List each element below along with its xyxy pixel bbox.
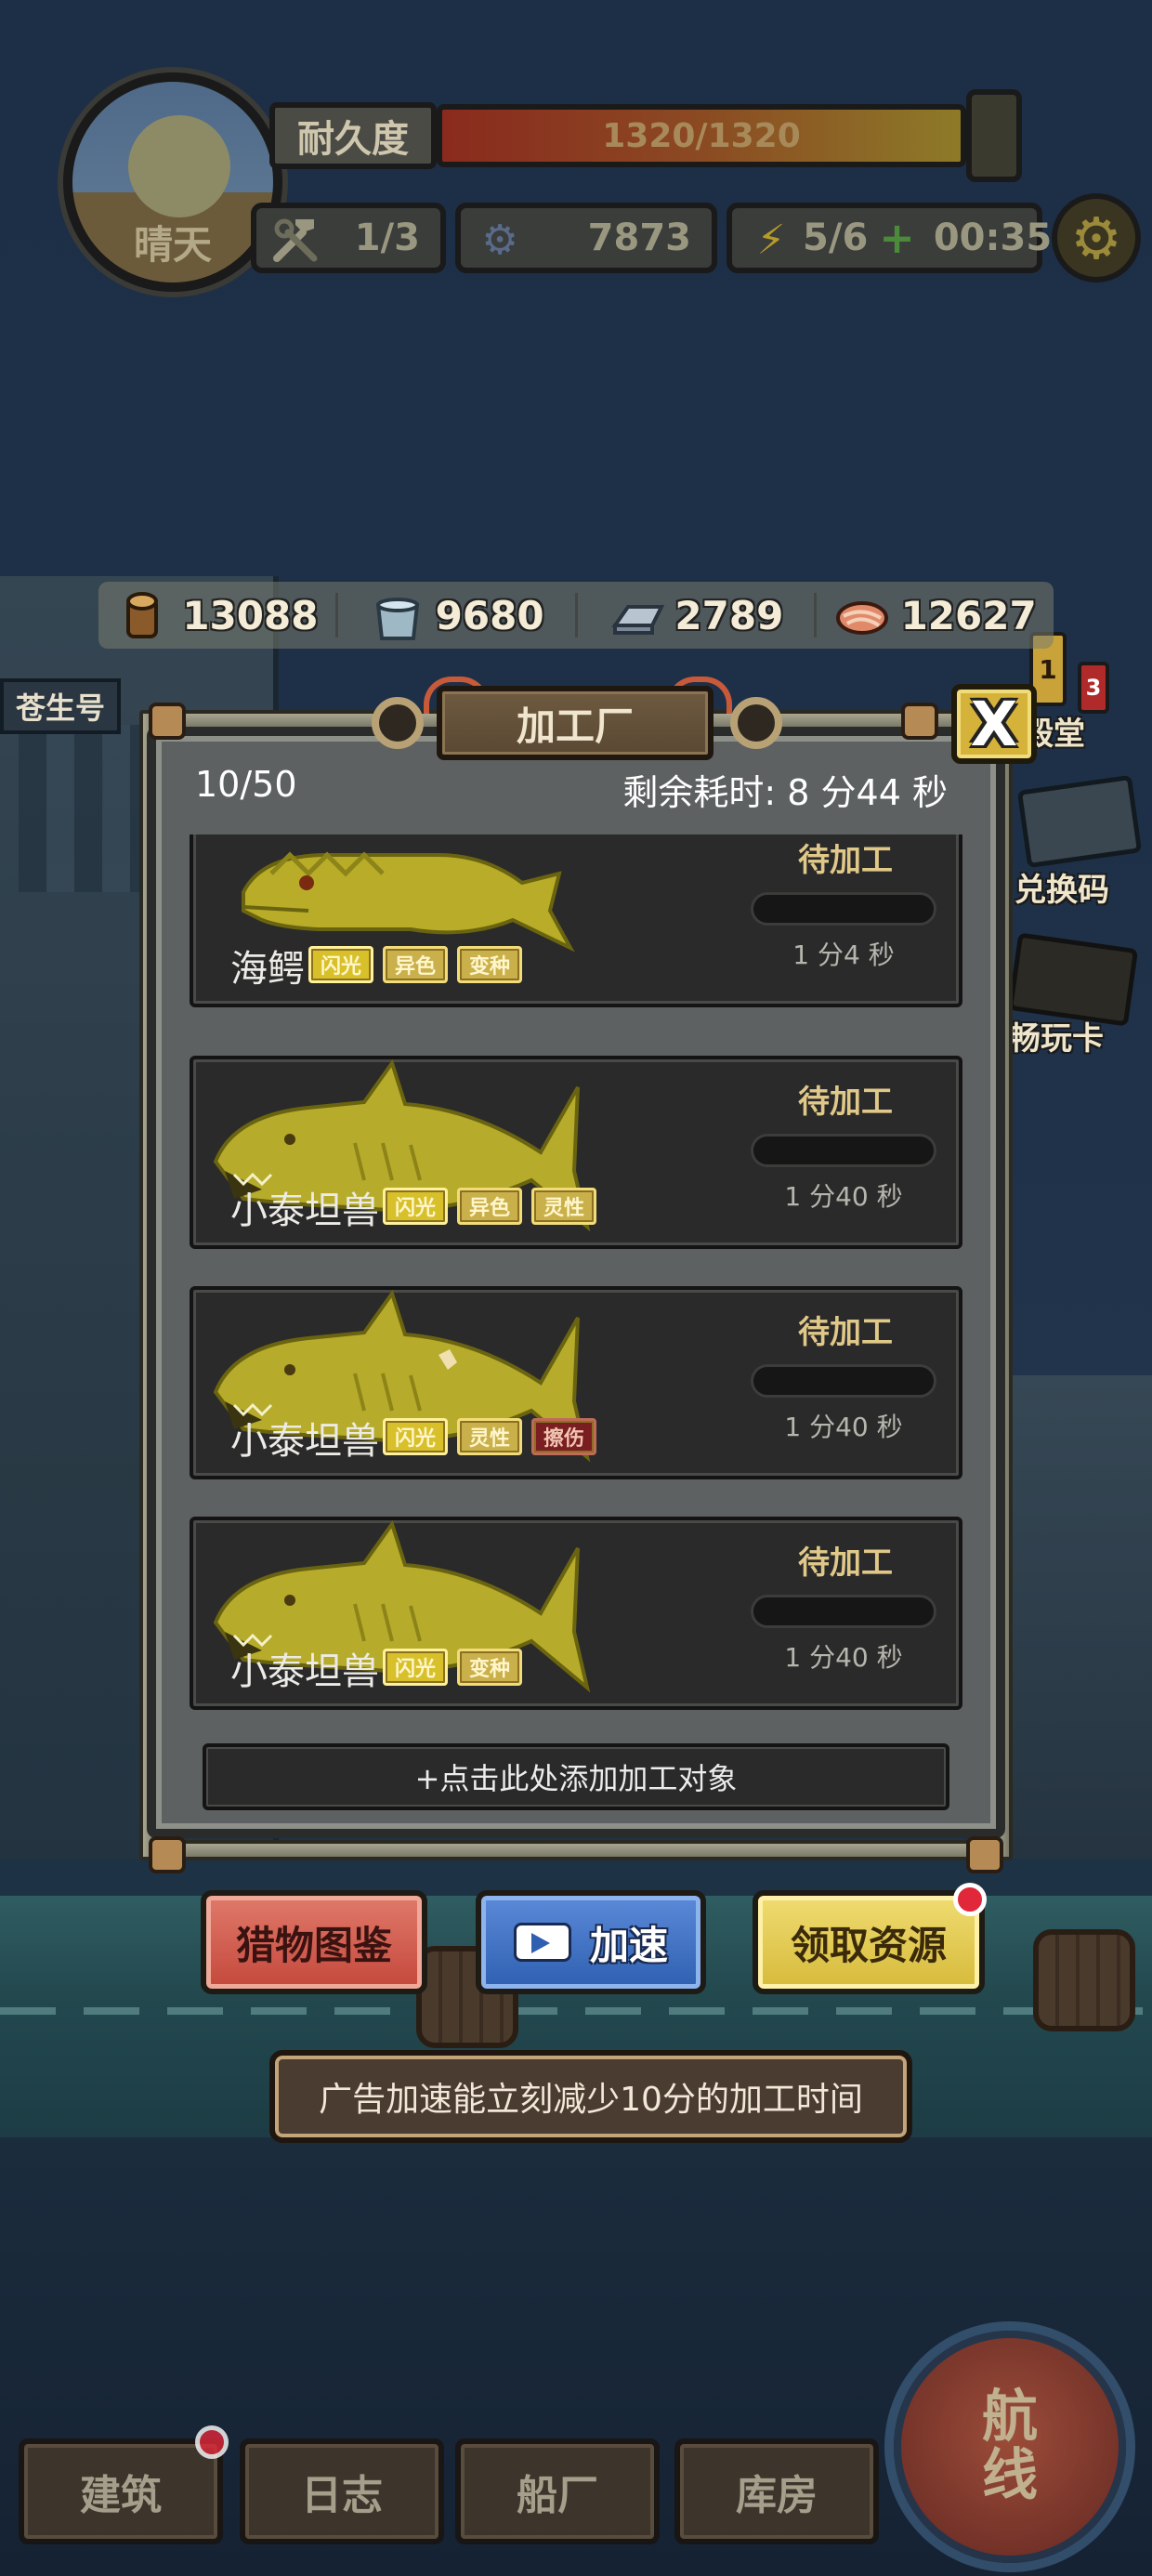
resources-bar: 13088 9680 2789 12627 [98,582,1054,649]
prey-name: 小泰坦兽 [230,1650,379,1693]
progress-bar [751,1595,936,1628]
tools-value: 1/3 [354,217,420,259]
settings-gear-button[interactable]: ⚙ [1052,193,1141,283]
durability-bar-cap [966,89,1022,182]
weather-label: 晴天 [133,222,212,268]
speedup-tip: 广告加速能立刻减少10分的加工时间 [269,2050,912,2143]
speedup-button[interactable]: 加速 [476,1890,706,1994]
process-time: 1 分40 秒 [784,1642,903,1673]
trait-tags: 闪光 异色 变种 [308,946,522,983]
trait-tag: 闪光 [383,1418,448,1455]
trait-tag: 异色 [383,946,448,983]
list-item[interactable]: 小泰坦兽 闪光 异色 灵性 待加工 1 分40 秒 [190,1056,962,1249]
panel-bolt [901,703,938,740]
collect-resources-button[interactable]: 领取资源 [753,1890,985,1994]
close-button[interactable]: X [951,684,1037,764]
status-label: 待加工 [798,842,893,879]
resource-water: 9680 [338,593,578,640]
nav-build-button[interactable]: 建筑 [19,2438,223,2544]
process-time: 1 分4 秒 [792,940,895,970]
progress-bar [751,892,936,926]
panel-bolt [149,703,186,740]
gears-counter[interactable]: ⚙ 7873 [455,203,717,273]
meat-icon [834,586,892,644]
ticket-icon[interactable] [1016,774,1143,869]
water-bucket-icon [369,586,426,644]
panel-bolt [966,1836,1003,1873]
rank-badge-3: 3 [1078,662,1109,714]
energy-plus-icon[interactable]: + [879,213,915,263]
trait-tags: 闪光 灵性 擦伤 [383,1418,596,1455]
add-target-button[interactable]: +点击此处添加加工对象 [203,1743,949,1810]
trait-tag: 灵性 [457,1418,522,1455]
progress-bar [751,1134,936,1167]
nav-shipyard-button[interactable]: 船厂 [455,2438,660,2544]
nav-warehouse-button[interactable]: 库房 [674,2438,879,2544]
trait-tag: 擦伤 [531,1418,596,1455]
progress-bar [751,1364,936,1398]
notification-dot [953,1883,987,1916]
list-item[interactable]: 海鳄 闪光 异色 变种 待加工 1 分4 秒 [190,835,962,1007]
trait-tag: 闪光 [308,946,373,983]
notification-dot [195,2425,229,2459]
trait-tag: 异色 [457,1188,522,1225]
prey-name: 海鳄 [230,948,305,991]
gear-coin-icon: ⚙ [481,216,518,264]
remaining-time: 剩余耗时: 8 分44 秒 [622,772,948,813]
nav-log-button[interactable]: 日志 [240,2438,444,2544]
prey-catalog-button[interactable]: 猎物图鉴 [201,1890,427,1994]
trait-tags: 闪光 变种 [383,1649,522,1686]
status-label: 待加工 [798,1544,893,1582]
title-ring-left [372,697,424,749]
barrel-decoration [1033,1929,1135,2031]
hammer-wrench-icon [268,212,323,268]
durability-bar: 1320/1320 [437,104,966,167]
gears-value: 7873 [587,217,691,259]
processing-list[interactable]: 海鳄 闪光 异色 变种 待加工 1 分4 秒 小泰坦兽 闪光 异色 灵性 待加工… [184,835,968,1715]
title-ring-right [730,697,782,749]
energy-counter[interactable]: ⚡ 5/6 + 00:35 [727,203,1052,273]
status-label: 待加工 [798,1084,893,1121]
process-time: 1 分40 秒 [784,1181,903,1212]
prey-name: 小泰坦兽 [230,1189,379,1232]
panel-bolt [149,1836,186,1873]
panel-bottom-pipe [139,1840,1013,1860]
ship-name-sign: 苍生号 [0,678,121,734]
trait-tag: 灵性 [531,1188,596,1225]
tools-counter[interactable]: 1/3 [251,203,446,273]
resource-wood: 13088 [98,592,338,638]
prey-name: 小泰坦兽 [230,1420,379,1463]
redeem-code-label[interactable]: 兑换码 [1015,864,1109,910]
weather-indicator[interactable]: 晴天 [63,72,282,292]
list-item[interactable]: 小泰坦兽 闪光 变种 待加工 1 分40 秒 [190,1517,962,1710]
video-camera-icon [513,1923,571,1962]
trait-tags: 闪光 异色 灵性 [383,1188,596,1225]
energy-value: 5/6 [803,217,869,259]
iron-ingot-icon [608,586,665,644]
trait-tag: 闪光 [383,1649,448,1686]
wood-log-icon [115,586,173,644]
trait-tag: 变种 [457,946,522,983]
energy-timer: 00:35 [933,217,1053,259]
gear-icon: ⚙ [1070,204,1122,272]
process-time: 1 分40 秒 [784,1412,903,1442]
nav-route-button[interactable]: 航线 [894,2331,1126,2563]
panel-title: 加工厂 [437,686,713,760]
lightning-icon: ⚡ [756,216,786,264]
status-label: 待加工 [798,1314,893,1351]
resource-meat: 12627 [817,593,1054,638]
trait-tag: 变种 [457,1649,522,1686]
close-icon: X [970,688,1018,760]
trait-tag: 闪光 [383,1188,448,1225]
durability-value: 1320/1320 [602,116,801,155]
capacity-count: 10/50 [195,764,297,805]
list-item[interactable]: 小泰坦兽 闪光 灵性 擦伤 待加工 1 分40 秒 [190,1286,962,1479]
pass-card-label[interactable]: 畅玩卡 [1009,1013,1104,1058]
sun-icon [128,115,230,217]
durability-label: 耐久度 [269,102,437,169]
resource-iron: 2789 [578,593,818,638]
